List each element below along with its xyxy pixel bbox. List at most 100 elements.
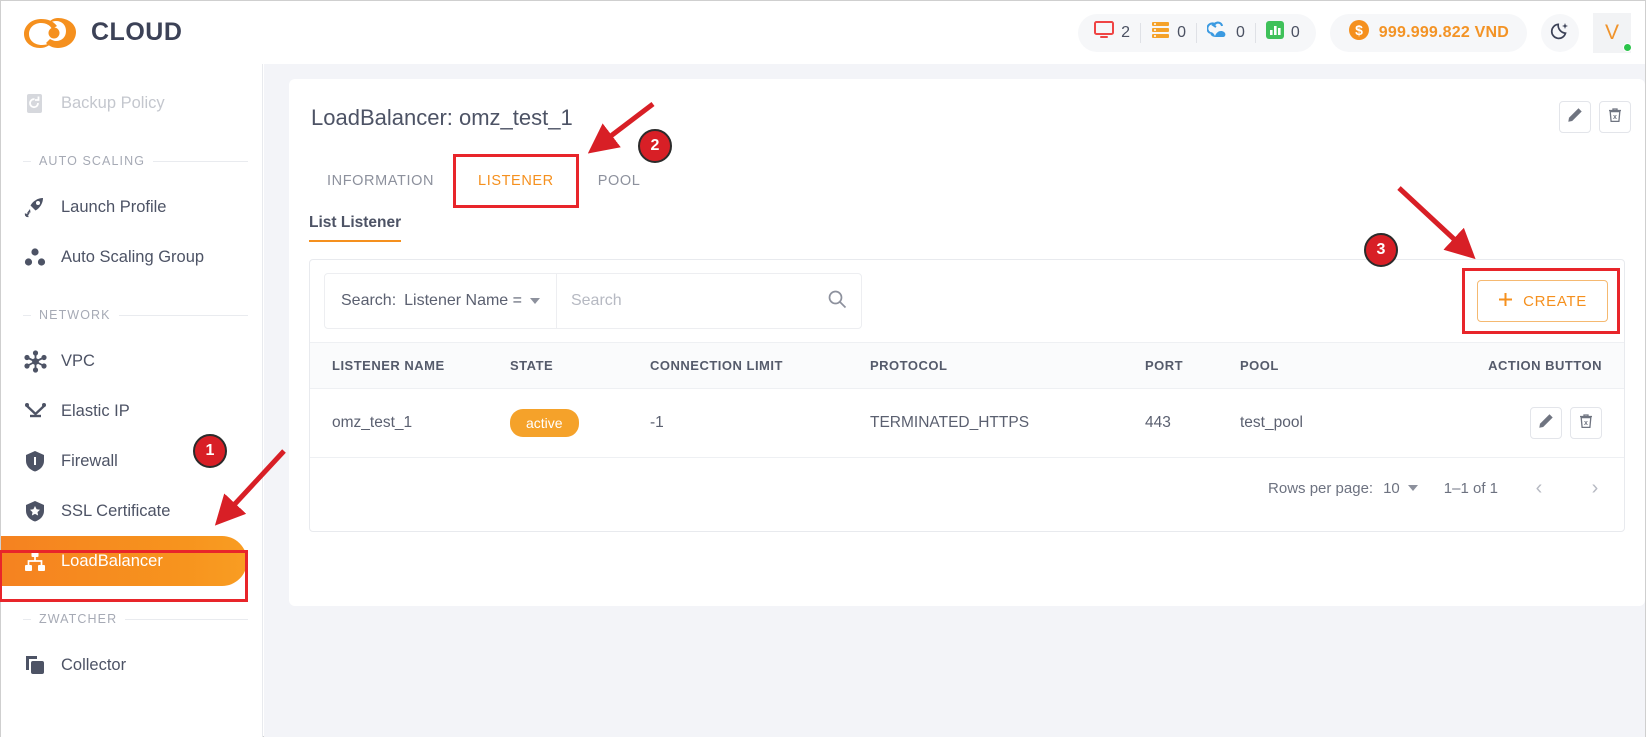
app-root: CLOUD 2 0 0 0 $ 999.999.822 VND V Backup… [0, 0, 1646, 737]
annotation-marker-3: 3 [1364, 233, 1398, 267]
list-title: List Listener [309, 214, 402, 242]
brand-logo[interactable]: CLOUD [1, 13, 263, 53]
create-button[interactable]: CREATE [1477, 280, 1608, 322]
sidebar-section-network: NETWORK [1, 294, 262, 336]
stat-divider [1195, 22, 1197, 43]
listener-table: LISTENER NAME STATE CONNECTION LIMIT PRO… [310, 342, 1624, 458]
sidebar-item-label: Elastic IP [61, 401, 130, 420]
collector-icon [23, 653, 47, 677]
loadbalancer-icon [23, 549, 47, 573]
next-page-button[interactable]: › [1580, 473, 1610, 503]
edit-listener-button[interactable] [1530, 407, 1562, 439]
cell-connection-limit: -1 [650, 388, 870, 458]
dark-mode-toggle[interactable] [1541, 13, 1579, 52]
search-input[interactable] [570, 292, 827, 310]
cell-port: 443 [1145, 388, 1240, 458]
table-pagination: Rows per page: 10 1–1 of 1 ‹ › [310, 458, 1624, 518]
list-title-wrap: List Listener [309, 214, 402, 242]
sidebar-item-auto-scaling-group[interactable]: Auto Scaling Group [1, 232, 262, 282]
stat-instances-value: 2 [1121, 23, 1131, 41]
section-line-right [153, 160, 248, 162]
stat-instances[interactable]: 2 [1094, 21, 1130, 44]
create-button-label: CREATE [1523, 292, 1587, 310]
card-action-group: x [1559, 101, 1631, 133]
pencil-icon [1538, 413, 1554, 434]
svg-text:x: x [1613, 114, 1617, 121]
pencil-icon [1567, 107, 1583, 128]
stat-volumes[interactable]: 0 [1151, 21, 1186, 44]
sidebar-item-elastic-ip[interactable]: Elastic IP [1, 386, 262, 436]
stat-snapshots-value: 0 [1235, 23, 1245, 41]
sidebar-item-label: Firewall [61, 451, 118, 470]
bar-chart-icon [1265, 21, 1284, 44]
listener-table-panel: Search: Listener Name = Search CREATE LI… [309, 259, 1625, 532]
rows-per-page-label: Rows per page: [1268, 479, 1374, 497]
annotation-marker-2: 2 [638, 129, 672, 163]
prev-page-button[interactable]: ‹ [1524, 473, 1554, 503]
svg-text:x: x [1584, 420, 1588, 427]
sidebar-item-backup-policy[interactable]: Backup Policy [1, 78, 262, 128]
user-avatar[interactable]: V [1593, 12, 1632, 53]
search-input-wrap [557, 274, 861, 328]
cell-protocol: TERMINATED_HTTPS [870, 388, 1145, 458]
column-action-button: ACTION BUTTON [1430, 342, 1624, 389]
cell-pool: test_pool [1240, 388, 1430, 458]
section-label: ZWATCHER [39, 612, 118, 626]
sidebar-section-zwatcher: ZWATCHER [1, 598, 262, 640]
cell-state: active [510, 388, 650, 458]
delete-loadbalancer-button[interactable]: x [1599, 101, 1631, 133]
column-listener-name: LISTENER NAME [310, 342, 510, 389]
table-body: omz_test_1 active -1 TERMINATED_HTTPS 44… [310, 388, 1624, 458]
sidebar-item-launch-profile[interactable]: Launch Profile [1, 182, 262, 232]
rows-per-page-select[interactable]: 10 [1383, 480, 1418, 497]
search-icon[interactable] [827, 289, 847, 314]
status-badge: active [510, 409, 579, 437]
tab-listener[interactable]: LISTENER [453, 154, 579, 208]
sidebar-item-ssl-certificate[interactable]: SSL Certificate [1, 486, 262, 536]
svg-text:$: $ [1355, 22, 1363, 38]
stat-snapshots[interactable]: 0 [1206, 21, 1245, 44]
account-balance[interactable]: $ 999.999.822 VND [1329, 13, 1527, 52]
column-protocol: PROTOCOL [870, 342, 1145, 389]
tab-pool[interactable]: POOL [580, 161, 659, 201]
search-label: Search: [341, 292, 397, 309]
sidebar-item-loadbalancer[interactable]: LoadBalancer [1, 536, 247, 586]
chevron-down-icon [1407, 485, 1418, 491]
search-field-selector[interactable]: Search: Listener Name = [325, 274, 557, 328]
vpc-icon [23, 349, 47, 373]
rows-per-page: Rows per page: 10 [1268, 480, 1418, 497]
sidebar-nav: Backup Policy AUTO SCALING Launch Profil… [1, 64, 263, 737]
trash-icon: x [1578, 413, 1594, 434]
table-row[interactable]: omz_test_1 active -1 TERMINATED_HTTPS 44… [310, 388, 1624, 458]
sidebar-item-label: Auto Scaling Group [61, 247, 205, 266]
moon-icon [1550, 20, 1571, 46]
section-line-left [23, 160, 31, 162]
row-action-group: x [1530, 407, 1602, 439]
section-line-left [23, 618, 31, 620]
cell-listener-name: omz_test_1 [310, 388, 510, 458]
cloud-logo-icon [21, 13, 79, 53]
column-state: STATE [510, 342, 650, 389]
section-line-right [118, 314, 248, 316]
sidebar-item-label: Backup Policy [61, 93, 165, 112]
monitor-icon [1094, 21, 1115, 44]
tab-information[interactable]: INFORMATION [309, 161, 452, 201]
edit-loadbalancer-button[interactable] [1559, 101, 1591, 133]
sidebar-section-auto-scaling: AUTO SCALING [1, 140, 262, 182]
stat-monitoring[interactable]: 0 [1265, 21, 1300, 44]
rows-per-page-value: 10 [1383, 479, 1400, 497]
sidebar-item-vpc[interactable]: VPC [1, 336, 262, 386]
table-head: LISTENER NAME STATE CONNECTION LIMIT PRO… [310, 342, 1624, 389]
pagination-range: 1–1 of 1 [1443, 479, 1498, 497]
dollar-icon: $ [1348, 19, 1370, 46]
main-content: LoadBalancer: omz_test_1 x INFORMATION L… [264, 64, 1645, 737]
annotation-marker-1: 1 [193, 434, 227, 468]
delete-listener-button[interactable]: x [1570, 407, 1602, 439]
section-label: NETWORK [39, 308, 111, 322]
sidebar-item-label: Collector [61, 655, 127, 674]
shield-star-icon [23, 499, 47, 523]
cell-actions: x [1430, 388, 1624, 458]
stat-divider [1254, 22, 1256, 43]
header-stats-pill: 2 0 0 0 [1078, 13, 1316, 52]
sidebar-item-collector[interactable]: Collector [1, 640, 262, 690]
